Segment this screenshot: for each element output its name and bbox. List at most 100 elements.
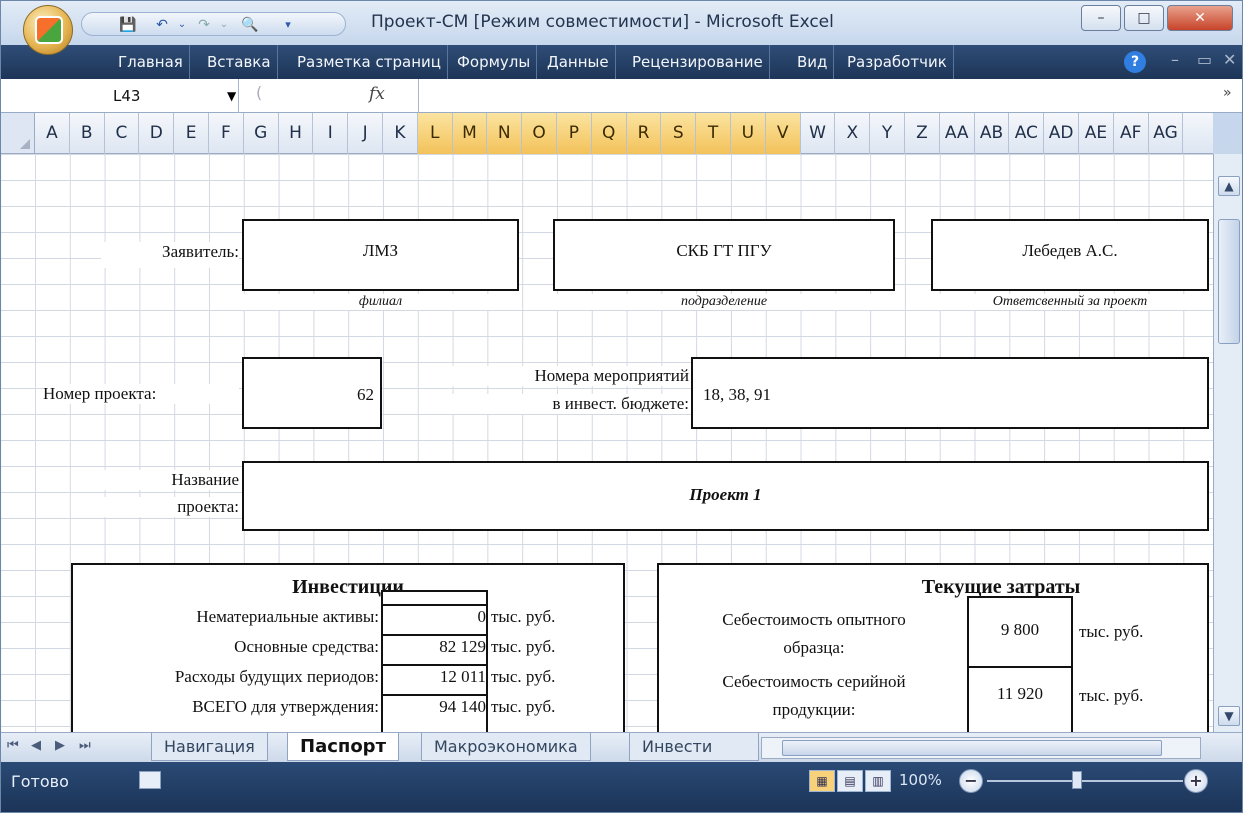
- column-header-I[interactable]: I: [313, 113, 349, 154]
- current-costs-divider: [967, 666, 1073, 668]
- scroll-down-icon[interactable]: ▼: [1218, 706, 1240, 726]
- ribbon-close-icon[interactable]: ✕: [1223, 50, 1236, 69]
- investment-value-3[interactable]: 94 140: [385, 697, 486, 721]
- column-header-AD[interactable]: AD: [1044, 113, 1079, 154]
- zoom-slider-track[interactable]: [987, 780, 1183, 782]
- column-header-A[interactable]: A: [35, 113, 70, 154]
- investment-value-1[interactable]: 82 129: [385, 637, 486, 661]
- column-header-N[interactable]: N: [487, 113, 523, 154]
- macro-record-icon[interactable]: [139, 771, 161, 789]
- tab-developer[interactable]: Разработчик: [841, 45, 954, 79]
- insert-function-icon[interactable]: fx: [369, 84, 385, 104]
- sheet-tab-passport[interactable]: Паспорт: [287, 733, 400, 761]
- zoom-level[interactable]: 100%: [899, 771, 942, 789]
- last-sheet-icon[interactable]: ⏭: [79, 738, 91, 753]
- zoom-in-icon[interactable]: +: [1184, 769, 1208, 793]
- prev-sheet-icon[interactable]: ◀: [31, 738, 41, 753]
- column-header-Y[interactable]: Y: [870, 113, 905, 154]
- customize-toolbar-icon[interactable]: ▾: [278, 16, 298, 34]
- project-number-box[interactable]: 62: [242, 357, 382, 429]
- tab-page-layout[interactable]: Разметка страниц: [291, 45, 448, 79]
- page-layout-view-icon[interactable]: ▤: [837, 770, 863, 792]
- column-header-G[interactable]: G: [244, 113, 279, 154]
- column-header-AB[interactable]: AB: [975, 113, 1010, 154]
- cost-value-0[interactable]: 9 800: [971, 620, 1069, 644]
- sheet-tab-investments[interactable]: Инвести: [629, 733, 759, 761]
- first-sheet-icon[interactable]: ⏮: [7, 738, 19, 753]
- column-header-D[interactable]: D: [139, 113, 175, 154]
- redo-icon[interactable]: ↷: [194, 16, 214, 34]
- column-header-Z[interactable]: Z: [905, 113, 940, 154]
- column-header-AG[interactable]: AG: [1149, 113, 1184, 154]
- ribbon-minimize-icon[interactable]: –: [1171, 50, 1179, 69]
- column-header-AF[interactable]: AF: [1114, 113, 1149, 154]
- column-header-P[interactable]: P: [557, 113, 592, 154]
- tab-formulas[interactable]: Формулы: [451, 45, 538, 79]
- division-box[interactable]: СКБ ГТ ПГУ: [553, 219, 895, 291]
- column-header-U[interactable]: U: [731, 113, 766, 154]
- horizontal-scroll-thumb[interactable]: [782, 740, 1162, 756]
- page-break-view-icon[interactable]: ▥: [865, 770, 891, 792]
- tab-insert[interactable]: Вставка: [201, 45, 278, 79]
- column-header-O[interactable]: O: [522, 113, 557, 154]
- name-box-dropdown-icon[interactable]: ▼: [227, 79, 236, 113]
- scroll-up-icon[interactable]: ▲: [1218, 176, 1240, 196]
- column-header-F[interactable]: F: [209, 113, 244, 154]
- horizontal-scrollbar[interactable]: [761, 737, 1201, 759]
- project-name-box[interactable]: Проект 1: [242, 461, 1209, 531]
- column-header-T[interactable]: T: [696, 113, 731, 154]
- expand-formula-bar-icon[interactable]: »: [1223, 85, 1232, 101]
- column-header-M[interactable]: M: [452, 113, 488, 154]
- maximize-button[interactable]: □: [1124, 5, 1164, 31]
- column-header-V[interactable]: V: [765, 113, 801, 154]
- formula-input[interactable]: [421, 79, 1211, 113]
- investment-value-2[interactable]: 12 011: [385, 667, 486, 691]
- zoom-out-icon[interactable]: −: [959, 769, 983, 793]
- column-header-AA[interactable]: AA: [940, 113, 975, 154]
- column-header-Q[interactable]: Q: [591, 113, 627, 154]
- column-header-E[interactable]: E: [174, 113, 209, 154]
- column-header-H[interactable]: H: [279, 113, 314, 154]
- column-header-X[interactable]: X: [835, 113, 871, 154]
- column-header-R[interactable]: R: [626, 113, 662, 154]
- responsible-box[interactable]: Лебедев А.С.: [931, 219, 1209, 291]
- next-sheet-icon[interactable]: ▶: [55, 738, 65, 753]
- ribbon-restore-icon[interactable]: ▭: [1197, 50, 1212, 69]
- column-header-L[interactable]: L: [417, 113, 453, 154]
- column-header-W[interactable]: W: [801, 113, 836, 154]
- vertical-scrollbar[interactable]: ▲ ▼: [1213, 154, 1242, 732]
- name-box[interactable]: L43: [1, 79, 239, 113]
- column-header-AE[interactable]: AE: [1079, 113, 1114, 154]
- column-header-K[interactable]: K: [383, 113, 418, 154]
- branch-box[interactable]: ЛМЗ: [242, 219, 519, 291]
- sheet-tab-navigation[interactable]: Навигация: [151, 733, 268, 761]
- help-icon[interactable]: ?: [1124, 51, 1146, 73]
- undo-dropdown-icon[interactable]: ⌄: [172, 16, 192, 34]
- column-header-C[interactable]: C: [105, 113, 140, 154]
- print-preview-icon[interactable]: 🔍: [240, 16, 260, 34]
- column-header-B[interactable]: B: [70, 113, 105, 154]
- redo-dropdown-icon[interactable]: ⌄: [214, 16, 234, 34]
- project-name-value: Проект 1: [244, 485, 1207, 505]
- vertical-scroll-thumb[interactable]: [1218, 219, 1240, 344]
- worksheet-grid[interactable]: Заявитель: ЛМЗ филиал СКБ ГТ ПГУ подразд…: [1, 154, 1213, 732]
- save-icon[interactable]: 💾: [118, 16, 138, 34]
- normal-view-icon[interactable]: ▦: [809, 770, 835, 792]
- measures-box[interactable]: 18, 38, 91: [691, 357, 1209, 429]
- zoom-slider-thumb[interactable]: [1072, 771, 1082, 789]
- undo-icon[interactable]: ↶: [152, 16, 172, 34]
- office-button[interactable]: [23, 5, 73, 55]
- sheet-tab-macroeconomics[interactable]: Макроэкономика: [421, 733, 591, 761]
- minimize-button[interactable]: –: [1081, 5, 1121, 31]
- column-header-AC[interactable]: AC: [1009, 113, 1045, 154]
- column-header-J[interactable]: J: [348, 113, 383, 154]
- select-all-button[interactable]: [1, 113, 35, 154]
- close-button[interactable]: ✕: [1167, 5, 1233, 31]
- tab-home[interactable]: Главная: [112, 45, 190, 79]
- column-header-S[interactable]: S: [661, 113, 697, 154]
- cost-value-1[interactable]: 11 920: [971, 684, 1069, 708]
- tab-review[interactable]: Рецензирование: [626, 45, 770, 79]
- investment-value-0[interactable]: 0: [385, 607, 486, 631]
- tab-data[interactable]: Данные: [541, 45, 616, 79]
- tab-view[interactable]: Вид: [791, 45, 835, 79]
